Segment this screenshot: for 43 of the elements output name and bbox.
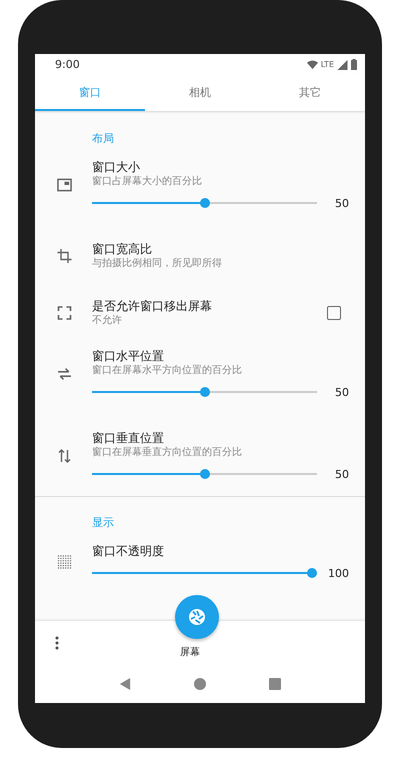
setting-description: 窗口占屏幕大小的百分比 bbox=[92, 175, 203, 189]
wifi-icon bbox=[306, 60, 318, 70]
section-header: 显示 bbox=[92, 515, 115, 531]
setting-description: 不允许 bbox=[92, 314, 123, 328]
setting-description: 与拍摄比例相同，所见即所得 bbox=[92, 257, 223, 271]
shutter-icon bbox=[187, 607, 207, 627]
tab[interactable]: 窗口 bbox=[35, 75, 145, 111]
setting-title: 窗口大小 bbox=[92, 159, 141, 175]
home-icon[interactable] bbox=[194, 678, 206, 690]
setting-title: 窗口不透明度 bbox=[92, 543, 165, 559]
status-time: 9:00 bbox=[55, 58, 80, 71]
slider-value: 50 bbox=[334, 196, 349, 210]
crop-icon bbox=[57, 249, 72, 263]
bottom-label: 屏幕 bbox=[180, 646, 200, 659]
more-vertical-icon[interactable] bbox=[55, 636, 59, 650]
battery-icon bbox=[351, 59, 357, 70]
network-label: LTE bbox=[320, 60, 334, 69]
section-header: 布局 bbox=[92, 131, 115, 147]
setting-description: 窗口在屏幕水平方向位置的百分比 bbox=[92, 364, 243, 378]
setting-title: 窗口宽高比 bbox=[92, 241, 153, 257]
slider-thumb[interactable] bbox=[307, 568, 317, 578]
signal-icon bbox=[337, 60, 348, 70]
camera-shutter-button[interactable] bbox=[175, 595, 219, 639]
slider-thumb[interactable] bbox=[200, 387, 210, 397]
back-icon[interactable] bbox=[118, 678, 131, 690]
dot-grid-icon bbox=[57, 555, 72, 569]
fullscreen-icon bbox=[57, 306, 72, 320]
slider-value: 100 bbox=[327, 566, 349, 580]
recents-icon[interactable] bbox=[269, 678, 282, 690]
checkbox[interactable] bbox=[327, 306, 341, 320]
slider-thumb[interactable] bbox=[200, 469, 210, 479]
setting-title: 窗口垂直位置 bbox=[92, 430, 165, 446]
setting-title: 是否允许窗口移出屏幕 bbox=[92, 298, 213, 314]
swap-horizontal-icon bbox=[57, 367, 72, 381]
picture-in-picture-icon bbox=[57, 178, 72, 192]
slider-value: 50 bbox=[334, 468, 349, 480]
swap-vertical-icon bbox=[57, 449, 72, 463]
setting-description: 窗口在屏幕垂直方向位置的百分比 bbox=[92, 446, 243, 460]
slider-thumb[interactable] bbox=[200, 198, 210, 208]
setting-title: 窗口水平位置 bbox=[92, 348, 165, 364]
slider-value: 50 bbox=[334, 386, 349, 398]
tab[interactable]: 相机 bbox=[145, 75, 255, 111]
tab[interactable]: 其它 bbox=[255, 75, 365, 111]
